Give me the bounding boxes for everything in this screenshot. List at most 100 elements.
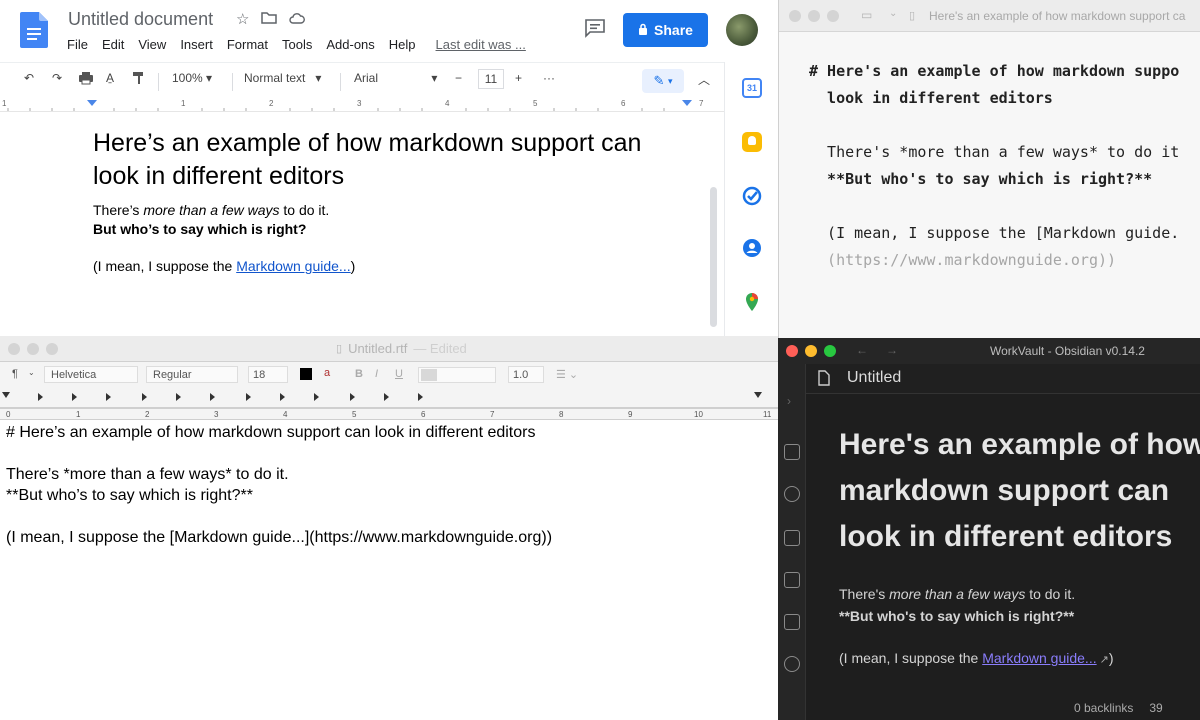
text-color-swatch[interactable] [300, 368, 312, 380]
open-vault-icon[interactable] [784, 444, 800, 460]
expand-sidebar-icon[interactable]: › [787, 394, 791, 408]
lock-icon [638, 22, 648, 38]
document-icon: ▯ [336, 343, 343, 355]
font-size-decrease-button[interactable]: − [455, 71, 462, 85]
chevron-down-icon: ⌄ [28, 368, 35, 377]
minimize-button[interactable] [27, 343, 39, 355]
contacts-icon[interactable] [742, 238, 762, 258]
ruler-number: 11 [763, 410, 772, 419]
ruler-number: 0 [6, 410, 11, 419]
md-line: There's *more than a few ways* to do it [809, 143, 1180, 161]
close-button[interactable] [786, 345, 798, 357]
ruler-tick: 4 [445, 99, 450, 108]
text-line [6, 443, 552, 464]
graph-view-icon[interactable] [784, 486, 800, 502]
document-page[interactable]: Here’s an example of how markdown suppor… [0, 112, 712, 336]
forward-arrow-icon[interactable]: → [886, 343, 898, 357]
last-edit-link[interactable]: Last edit was ... [436, 37, 526, 52]
document-title[interactable]: Untitled document [68, 9, 213, 30]
templates-icon[interactable] [784, 530, 800, 546]
cloud-status-icon[interactable] [289, 11, 306, 28]
chevron-down-icon[interactable]: ⌄ [889, 8, 897, 19]
back-arrow-icon[interactable]: ← [856, 343, 868, 357]
menu-help[interactable]: Help [389, 37, 416, 52]
line-spacing-select[interactable]: 1.0 [508, 366, 544, 383]
note-title[interactable]: Untitled [847, 369, 901, 387]
more-options-icon[interactable]: ··· [543, 71, 555, 85]
keep-icon[interactable] [742, 132, 762, 152]
ruler-tick: 1 [2, 99, 7, 108]
close-button[interactable] [789, 10, 801, 22]
style-select[interactable]: Normal text ▾ [244, 71, 321, 85]
tasks-icon[interactable] [742, 186, 762, 206]
italic-button[interactable]: I [375, 368, 378, 380]
font-size-select[interactable]: 18 [248, 366, 288, 383]
sidebar-toggle-icon[interactable]: ▭ [861, 8, 872, 22]
ruler-number: 6 [421, 410, 426, 419]
font-family-select[interactable]: Helvetica [44, 366, 138, 383]
comment-history-icon[interactable] [584, 18, 606, 38]
zoom-button[interactable] [824, 345, 836, 357]
ruler-number: 5 [352, 410, 357, 419]
markdown-guide-link[interactable]: Markdown guide... [236, 258, 350, 274]
zoom-select[interactable]: 100% ▾ [172, 71, 212, 85]
md-editor-title: Here's an example of how markdown suppor… [929, 9, 1186, 23]
md-editor-titlebar: ▭ ⌄ ▯ Here's an example of how markdown … [779, 0, 1200, 32]
menu-tools[interactable]: Tools [282, 37, 312, 52]
docs-scrollbar[interactable] [710, 187, 717, 327]
spellcheck-icon[interactable]: A̱ [106, 71, 114, 85]
md-editor-text[interactable]: # Here's an example of how markdown supp… [809, 58, 1179, 274]
minimize-button[interactable] [808, 10, 820, 22]
minimize-button[interactable] [805, 345, 817, 357]
calendar-icon[interactable]: 31 [742, 78, 762, 98]
menu-addons[interactable]: Add-ons [326, 37, 374, 52]
star-icon[interactable]: ☆ [236, 10, 249, 28]
menu-edit[interactable]: Edit [102, 37, 124, 52]
command-palette-icon[interactable] [784, 614, 800, 630]
font-size-input[interactable]: 11 [478, 69, 504, 89]
paint-format-icon[interactable] [132, 71, 146, 88]
redo-icon[interactable]: ↷ [52, 71, 62, 85]
help-icon[interactable] [784, 656, 800, 672]
menu-view[interactable]: View [138, 37, 166, 52]
move-folder-icon[interactable] [261, 11, 278, 28]
underline-button[interactable]: U [395, 368, 403, 380]
ruler-tick: 2 [269, 99, 274, 108]
print-icon[interactable] [78, 71, 94, 88]
markdown-guide-link[interactable]: Markdown guide... [982, 650, 1096, 666]
menu-file[interactable]: File [67, 37, 88, 52]
file-icon [818, 370, 830, 391]
zoom-button[interactable] [46, 343, 58, 355]
font-weight-select[interactable]: Regular [146, 366, 238, 383]
md-line: **But who's to say which is right?** [809, 170, 1153, 188]
font-select[interactable]: Arial ▾ [354, 71, 437, 85]
list-bullets-icon[interactable]: ☰ ⌄ [556, 368, 578, 381]
ruler-number: 10 [694, 410, 703, 419]
ruler-number: 3 [214, 410, 219, 419]
menu-insert[interactable]: Insert [180, 37, 213, 52]
highlight-color-icon[interactable]: a [324, 367, 330, 379]
backlinks-count[interactable]: 0 backlinks [1074, 701, 1133, 715]
alignment-buttons[interactable] [418, 367, 496, 383]
menu-format[interactable]: Format [227, 37, 268, 52]
textedit-text-area[interactable]: # Here’s an example of how markdown supp… [6, 422, 552, 548]
close-button[interactable] [8, 343, 20, 355]
textedit-ruler[interactable]: 0 1 2 3 4 5 6 7 8 9 10 11 [0, 388, 778, 420]
textedit-title: ▯ Untitled.rtf — Edited [336, 341, 467, 356]
md-line: (https://www.markdownguide.org)) [809, 251, 1117, 269]
markdown-editor-window: ▭ ⌄ ▯ Here's an example of how markdown … [778, 0, 1200, 338]
undo-icon[interactable]: ↶ [24, 71, 34, 85]
collapse-menus-icon[interactable]: ︿ [698, 71, 710, 88]
maps-icon[interactable] [742, 292, 762, 312]
docs-logo-icon[interactable] [20, 12, 48, 48]
editing-mode-button[interactable]: ✎ ▾ [642, 69, 684, 93]
zoom-button[interactable] [827, 10, 839, 22]
font-size-increase-button[interactable]: + [515, 71, 522, 85]
daily-note-icon[interactable] [784, 572, 800, 588]
docs-header: Untitled document ☆ File Edit View Inser… [0, 0, 778, 62]
account-avatar[interactable] [726, 14, 758, 46]
paragraph-styles-menu[interactable]: ¶ [12, 368, 18, 380]
bold-button[interactable]: B [355, 368, 363, 380]
docs-ruler[interactable]: 1 1 2 3 4 5 6 7 [0, 98, 724, 112]
share-button[interactable]: Share [623, 13, 708, 47]
